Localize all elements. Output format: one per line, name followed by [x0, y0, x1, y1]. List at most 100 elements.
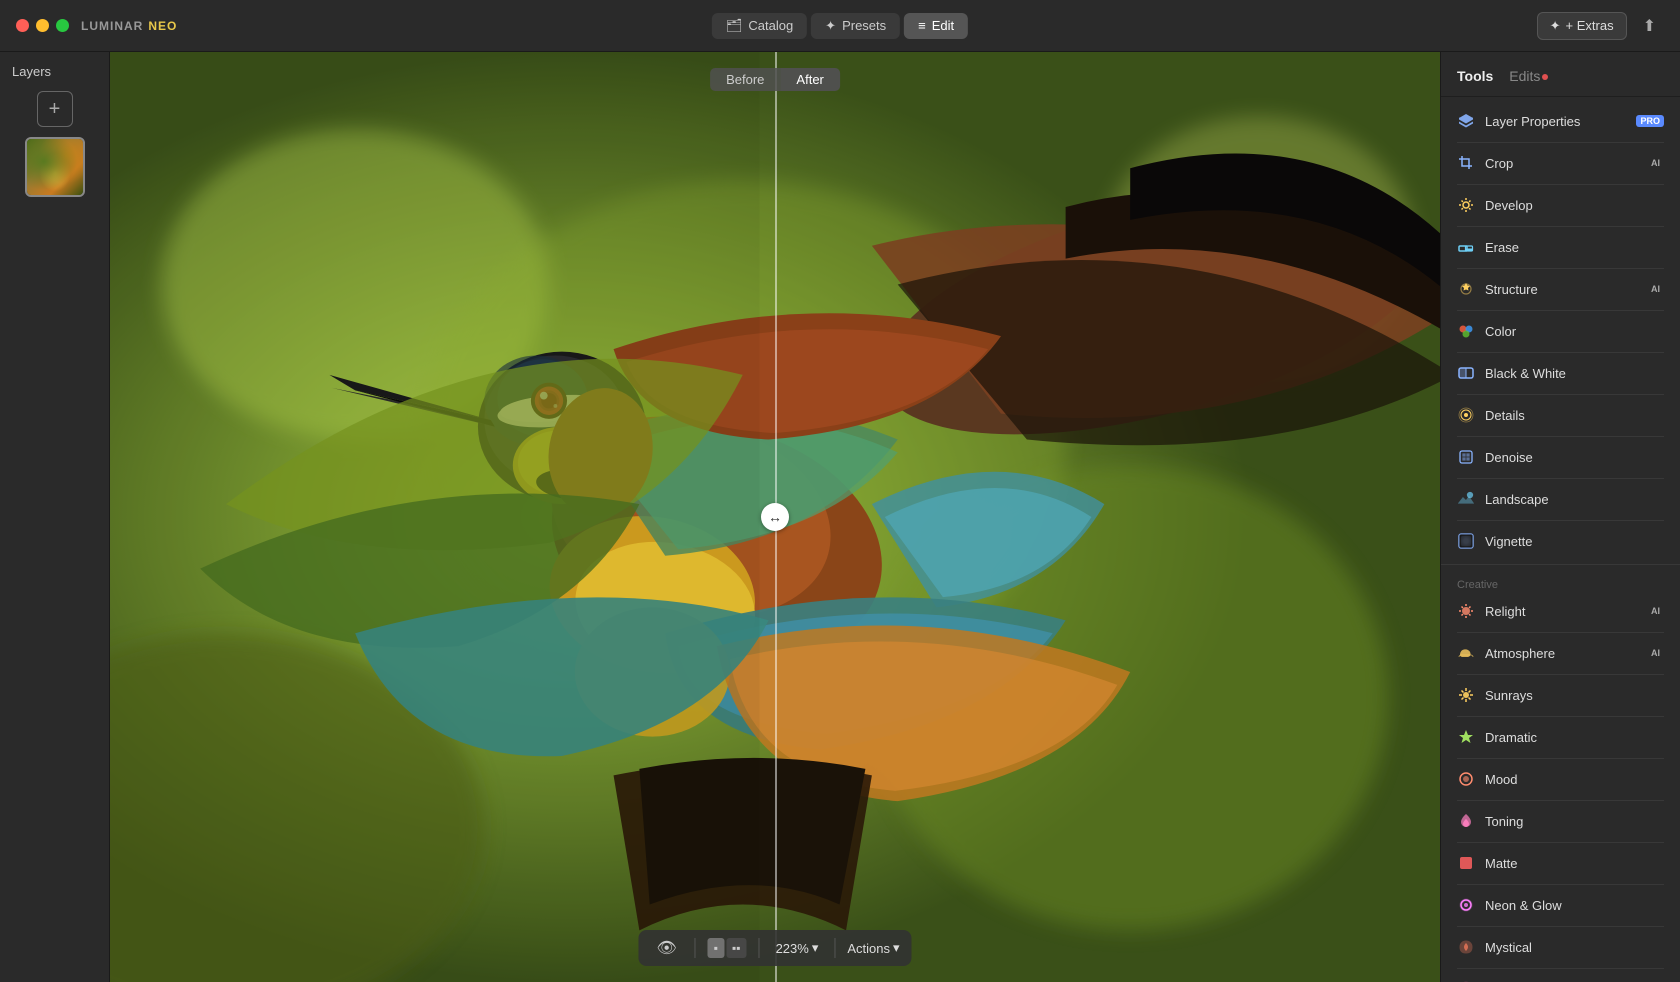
tool-item-erase[interactable]: Erase	[1441, 231, 1680, 264]
creative-section-divider	[1441, 564, 1680, 565]
zoom-display[interactable]: 223% ▾	[772, 940, 823, 956]
crop-icon	[1457, 154, 1475, 172]
before-label[interactable]: Before	[710, 68, 780, 91]
toolbar-divider-3	[834, 938, 835, 958]
divider-8	[1457, 436, 1664, 437]
after-label[interactable]: After	[780, 68, 839, 91]
vignette-icon	[1457, 532, 1475, 550]
tool-item-crop[interactable]: Crop AI	[1441, 147, 1680, 180]
tool-name-matte: Matte	[1485, 856, 1664, 871]
tool-item-atmosphere[interactable]: Atmosphere AI	[1441, 637, 1680, 670]
divider-9	[1457, 478, 1664, 479]
layers-panel: Layers +	[0, 52, 110, 982]
fullscreen-button[interactable]	[56, 19, 69, 32]
tool-item-toning[interactable]: Toning	[1441, 805, 1680, 838]
tool-item-dramatic[interactable]: Dramatic	[1441, 721, 1680, 754]
toolbar-divider-2	[759, 938, 760, 958]
add-layer-button[interactable]: +	[37, 91, 73, 127]
tool-item-vignette[interactable]: Vignette	[1441, 525, 1680, 558]
split-handle-icon: ↔	[768, 509, 782, 525]
tool-item-bw[interactable]: Black & White	[1441, 357, 1680, 390]
divider-7	[1457, 394, 1664, 395]
edit-label: Edit	[932, 18, 954, 33]
layers-title: Layers	[8, 64, 51, 79]
app-name: LUMINAR	[81, 19, 143, 33]
catalog-icon: 🗂	[726, 18, 743, 34]
tool-item-structure[interactable]: Structure AI	[1441, 273, 1680, 306]
divider-18	[1457, 926, 1664, 927]
titlebar: LUMINAR NEO 🗂 Catalog ✦ Presets ≡ Edit ✦…	[0, 0, 1680, 52]
tool-name-bw: Black & White	[1485, 366, 1664, 381]
view-split-icon: ▪▪	[732, 941, 741, 955]
divider-14	[1457, 758, 1664, 759]
bw-icon	[1457, 364, 1475, 382]
tool-name-sunrays: Sunrays	[1485, 688, 1664, 703]
presets-tab[interactable]: ✦ Presets	[811, 13, 900, 39]
edits-tab[interactable]: Edits	[1509, 64, 1548, 88]
tool-item-sunrays[interactable]: Sunrays	[1441, 679, 1680, 712]
mystical-icon	[1457, 938, 1475, 956]
tools-list: Layer Properties PRO Crop AI Develop	[1441, 97, 1680, 982]
split-handle[interactable]: ↔	[761, 503, 789, 531]
app-neo: NEO	[148, 19, 177, 33]
tool-item-matte[interactable]: Matte	[1441, 847, 1680, 880]
layer-thumbnail[interactable]	[25, 137, 85, 197]
divider-16	[1457, 842, 1664, 843]
tool-item-landscape[interactable]: Landscape	[1441, 483, 1680, 516]
ai-badge-atmosphere: AI	[1647, 647, 1664, 659]
divider-3	[1457, 226, 1664, 227]
edit-tab[interactable]: ≡ Edit	[904, 13, 968, 39]
minimize-button[interactable]	[36, 19, 49, 32]
tool-item-denoise[interactable]: Denoise	[1441, 441, 1680, 474]
divider-6	[1457, 352, 1664, 353]
tool-name-toning: Toning	[1485, 814, 1664, 829]
divider-2	[1457, 184, 1664, 185]
tool-item-relight[interactable]: Relight AI	[1441, 595, 1680, 628]
tool-name-color: Color	[1485, 324, 1664, 339]
close-button[interactable]	[16, 19, 29, 32]
catalog-tab[interactable]: 🗂 Catalog	[712, 13, 807, 39]
actions-button[interactable]: Actions ▾	[847, 940, 899, 956]
divider-13	[1457, 716, 1664, 717]
tool-item-glow[interactable]: Glow	[1441, 973, 1680, 982]
tool-name-mood: Mood	[1485, 772, 1664, 787]
neon-icon	[1457, 896, 1475, 914]
extras-button[interactable]: ✦ + Extras	[1537, 12, 1627, 40]
view-split-button[interactable]: ▪▪	[726, 938, 747, 958]
tool-item-neon-glow[interactable]: Neon & Glow	[1441, 889, 1680, 922]
eye-button[interactable]: 👁	[650, 936, 682, 960]
tool-name-dramatic: Dramatic	[1485, 730, 1664, 745]
tool-item-mood[interactable]: Mood	[1441, 763, 1680, 796]
tool-name-crop: Crop	[1485, 156, 1635, 171]
zoom-value: 223%	[776, 941, 809, 956]
tool-item-details[interactable]: Details	[1441, 399, 1680, 432]
share-button[interactable]: ⬆	[1635, 12, 1664, 40]
tools-tab[interactable]: Tools	[1457, 64, 1493, 88]
tool-name-neon-glow: Neon & Glow	[1485, 898, 1664, 913]
extras-label: + Extras	[1566, 18, 1614, 33]
view-single-button[interactable]: ▪	[708, 938, 724, 958]
layer-thumb-preview	[27, 139, 83, 195]
extras-plus-icon: ✦	[1550, 18, 1561, 34]
toolbar-divider-1	[695, 938, 696, 958]
relight-icon	[1457, 602, 1475, 620]
matte-icon	[1457, 854, 1475, 872]
tool-item-mystical[interactable]: Mystical	[1441, 931, 1680, 964]
tool-item-develop[interactable]: Develop	[1441, 189, 1680, 222]
nav-tabs: 🗂 Catalog ✦ Presets ≡ Edit	[712, 13, 968, 39]
divider-1	[1457, 142, 1664, 143]
tool-name-relight: Relight	[1485, 604, 1635, 619]
details-icon	[1457, 406, 1475, 424]
catalog-label: Catalog	[748, 18, 793, 33]
canvas-area[interactable]: Before After ↔ 👁 ▪ ▪▪ 223%	[110, 52, 1440, 982]
tool-name-develop: Develop	[1485, 198, 1664, 213]
tool-name-denoise: Denoise	[1485, 450, 1664, 465]
edit-icon: ≡	[918, 18, 926, 33]
denoise-icon	[1457, 448, 1475, 466]
tool-item-layer-properties[interactable]: Layer Properties PRO	[1441, 105, 1680, 138]
tool-item-color[interactable]: Color	[1441, 315, 1680, 348]
ai-badge-structure: AI	[1647, 283, 1664, 295]
zoom-chevron-icon: ▾	[812, 940, 819, 956]
share-icon: ⬆	[1643, 18, 1656, 35]
presets-label: Presets	[842, 18, 886, 33]
